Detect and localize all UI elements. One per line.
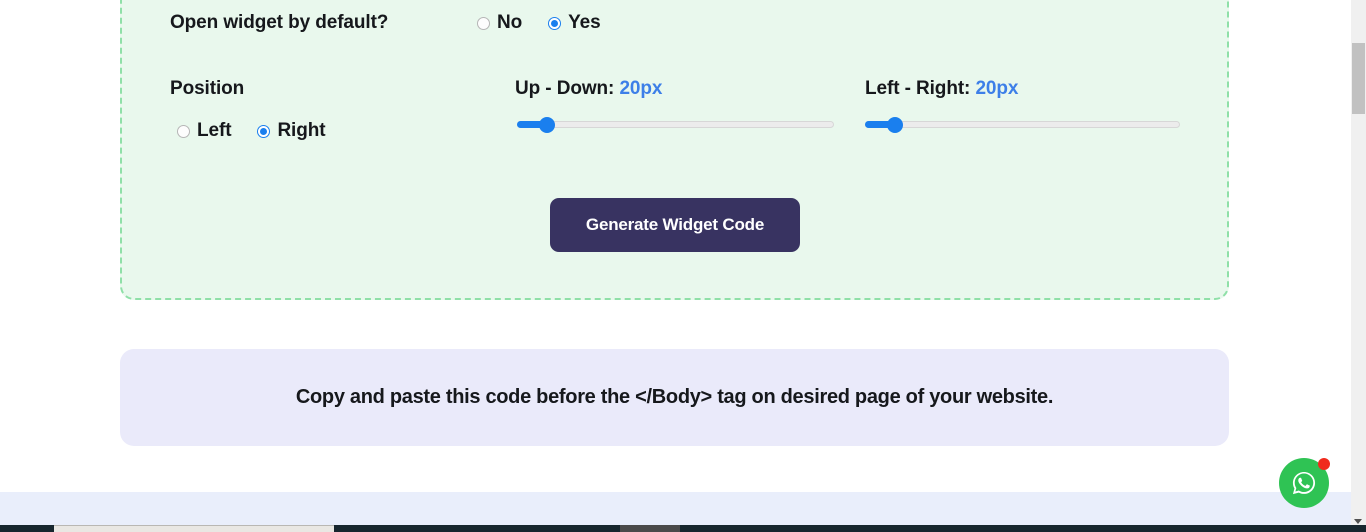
radio-circle-yes[interactable] — [548, 16, 562, 30]
radio-label-left: Left — [197, 120, 232, 141]
radio-circle-left[interactable] — [177, 124, 190, 138]
copy-paste-info-text: Copy and paste this code before the </Bo… — [295, 386, 1054, 408]
vertical-scrollbar[interactable] — [1351, 0, 1366, 532]
up-down-slider-track[interactable] — [517, 121, 834, 128]
generate-widget-code-button[interactable]: Generate Widget Code — [550, 198, 800, 252]
widget-settings-panel: Open widget by default? No Yes Position … — [120, 0, 1229, 300]
taskbar-segment[interactable] — [620, 525, 680, 532]
whatsapp-float-button[interactable] — [1279, 458, 1330, 508]
up-down-label: Up - Down: 20px — [515, 78, 662, 100]
copy-paste-info-panel: Copy and paste this code before the </Bo… — [120, 349, 1229, 446]
radio-option-left[interactable]: Left — [177, 120, 232, 142]
radio-option-right[interactable]: Right — [257, 120, 326, 142]
radio-label-yes: Yes — [568, 12, 601, 33]
page-canvas: Open widget by default? No Yes Position … — [0, 0, 1351, 532]
radio-circle-no[interactable] — [477, 16, 490, 30]
bottom-os-bar — [0, 525, 1366, 532]
left-right-slider-thumb[interactable] — [887, 117, 903, 133]
left-right-value: 20px — [975, 78, 1019, 99]
radio-label-no: No — [497, 12, 523, 33]
scroll-down-arrow-icon[interactable] — [1354, 519, 1362, 524]
page-footer-band — [0, 492, 1351, 525]
position-radio-group[interactable]: Left Right — [177, 120, 351, 142]
position-label: Position — [170, 78, 245, 99]
up-down-value: 20px — [619, 78, 663, 99]
up-down-slider-thumb[interactable] — [539, 117, 555, 133]
radio-option-no[interactable]: No — [477, 12, 522, 34]
whatsapp-icon — [1292, 471, 1316, 495]
whatsapp-notification-badge — [1318, 458, 1330, 470]
horizontal-scrollbar-thumb[interactable] — [54, 525, 334, 532]
open-widget-label: Open widget by default? — [170, 12, 389, 33]
up-down-label-text: Up - Down: — [515, 78, 615, 99]
left-right-label-text: Left - Right: — [865, 78, 971, 99]
radio-circle-right[interactable] — [257, 124, 271, 138]
up-down-slider[interactable] — [517, 117, 834, 133]
radio-label-right: Right — [277, 120, 326, 141]
open-widget-radio-group[interactable]: No Yes — [477, 12, 627, 34]
radio-option-yes[interactable]: Yes — [548, 12, 601, 34]
left-right-slider-track[interactable] — [865, 121, 1180, 128]
left-right-slider[interactable] — [865, 117, 1180, 133]
left-right-label: Left - Right: 20px — [865, 78, 1018, 100]
vertical-scrollbar-thumb[interactable] — [1352, 43, 1365, 114]
